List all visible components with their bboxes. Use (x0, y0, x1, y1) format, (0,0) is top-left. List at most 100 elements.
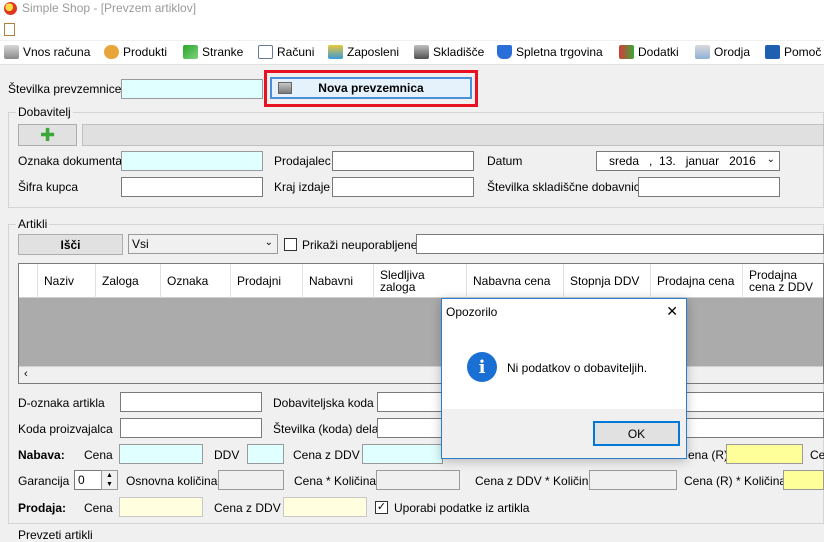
prodajalec-label: Prodajalec (274, 154, 331, 168)
column-header[interactable]: Prodajna cena z DDV (742, 264, 824, 298)
menu-item-label: Produkti (123, 45, 168, 59)
flag-icon (183, 45, 198, 59)
cena-r-field[interactable] (726, 444, 803, 464)
stack-icon (278, 82, 292, 94)
column-header[interactable]: Nabavna cena (466, 264, 563, 298)
menu-bar: Vnos računa Produkti Stranke Računi Zapo… (0, 41, 824, 65)
koda-proizvajalca-label: Koda proizvajalca (18, 422, 113, 436)
dobaviteljska-koda-field[interactable] (377, 392, 443, 412)
extra-field-1[interactable] (686, 392, 824, 412)
ddv-field[interactable] (247, 444, 284, 464)
artikli-title: Artikli (16, 217, 50, 231)
chevron-left-icon[interactable]: ‹ (24, 368, 28, 380)
column-header[interactable]: Oznaka (160, 264, 230, 298)
koda-proizvajalca-field[interactable] (120, 418, 262, 438)
search-input[interactable] (416, 234, 824, 254)
money-icon (328, 45, 343, 59)
dialog-title: Opozorilo (446, 305, 498, 319)
column-header[interactable]: Sledljiva zaloga (373, 264, 466, 298)
column-header[interactable]: Zaloga (95, 264, 160, 298)
ok-label: OK (627, 426, 646, 441)
menu-item-dodatki[interactable]: Dodatki (619, 45, 679, 59)
app-icon (4, 2, 17, 15)
supplier-combo[interactable] (82, 124, 824, 146)
warning-dialog: Opozorilo ✕ i Ni podatkov o dobaviteljih… (441, 298, 687, 459)
neuporabljene-checkbox[interactable] (284, 238, 297, 251)
stevilka-prevzemnice-field[interactable] (121, 79, 263, 99)
garancija-spinner[interactable]: ▲ ▼ (101, 470, 118, 490)
artikli-grid[interactable]: Naziv Zaloga Oznaka Prodajni Nabavni Sle… (18, 263, 824, 384)
menu-item-label: Spletna trgovina (516, 45, 603, 59)
menu-item-pomoc[interactable]: Pomoč (765, 45, 821, 59)
ok-button[interactable]: OK (593, 421, 680, 446)
oznaka-dokumenta-field[interactable] (121, 151, 263, 171)
menu-item-zaposleni[interactable]: Zaposleni (328, 45, 399, 59)
addons-icon (619, 45, 634, 59)
prodaja-cena-field[interactable] (119, 497, 203, 517)
cena-z-ddv-field[interactable] (362, 444, 443, 464)
d-oznaka-label: D-oznaka artikla (18, 396, 105, 410)
prodaja-cena-z-ddv-field[interactable] (283, 497, 367, 517)
garancija-field[interactable] (74, 470, 102, 490)
menu-item-label: Stranke (202, 45, 244, 59)
menu-item-vnos-racuna[interactable]: Vnos računa (4, 45, 90, 59)
prodajalec-field[interactable] (332, 151, 474, 171)
nova-prevzemnica-button[interactable]: Nova prevzemnica (270, 77, 472, 99)
menu-item-label: Dodatki (638, 45, 679, 59)
nabava-cena-field[interactable] (119, 444, 203, 464)
column-header[interactable]: Prodajni (230, 264, 302, 298)
title-bar: Simple Shop - [Prevzem artiklov] (0, 0, 824, 20)
menu-item-orodja[interactable]: Orodja (695, 45, 750, 59)
stevilka-prevzemnice-label: Številka prevzemnice (8, 82, 122, 96)
osnovna-kolicina-label: Osnovna količina (126, 474, 218, 488)
kraj-izdaje-label: Kraj izdaje (274, 180, 331, 194)
cena-r-kolicina-field[interactable] (783, 470, 824, 490)
datum-picker[interactable]: sreda , 13. januar 2016 ⌄ (596, 151, 780, 171)
cena-z-ddv-kolicina-field[interactable] (589, 470, 677, 490)
help-icon (765, 45, 780, 59)
nabava-cena-label: Cena (84, 448, 113, 462)
menu-item-spletna-trgovina[interactable]: Spletna trgovina (497, 45, 603, 59)
dobaviteljska-koda-label: Dobaviteljska koda (273, 396, 374, 410)
garancija-label: Garancija (18, 474, 70, 488)
column-header[interactable]: Prodajna cena (650, 264, 742, 298)
menu-item-produkti[interactable]: Produkti (104, 45, 167, 59)
nabava-label: Nabava: (18, 448, 65, 462)
osnovna-kolicina-field[interactable] (218, 470, 284, 490)
dialog-message: Ni podatkov o dobaviteljih. (507, 361, 648, 375)
tools-icon (695, 45, 710, 59)
close-icon[interactable]: ✕ (666, 303, 678, 320)
warehouse-icon (414, 45, 429, 59)
datum-value: sreda , 13. januar 2016 (609, 154, 756, 168)
sifra-kupca-field[interactable] (121, 177, 263, 197)
document-icon (258, 45, 273, 59)
datum-label: Datum (487, 154, 523, 168)
add-supplier-button[interactable]: ✚ (18, 124, 77, 146)
menu-item-label: Zaposleni (347, 45, 400, 59)
sifra-kupca-label: Šifra kupca (18, 180, 79, 194)
stevilka-dela-field[interactable] (377, 418, 443, 438)
isci-button[interactable]: Išči (18, 234, 123, 255)
column-header[interactable]: Stopnja DDV (563, 264, 650, 298)
uporabi-checkbox[interactable]: ✓ (375, 501, 388, 514)
document-icon[interactable] (4, 23, 15, 36)
skladiscna-dobavnica-field[interactable] (638, 177, 780, 197)
prodaja-label: Prodaja: (18, 501, 67, 515)
extra-field-2[interactable] (686, 418, 824, 438)
menu-item-label: Pomoč (784, 45, 822, 59)
d-oznaka-field[interactable] (120, 392, 262, 412)
filter-select[interactable]: Vsi ⌄ (128, 234, 278, 254)
column-header[interactable]: Naziv (37, 264, 95, 298)
menu-item-skladisce[interactable]: Skladišče (414, 45, 484, 59)
column-header[interactable]: Nabavni (302, 264, 373, 298)
prodaja-cena-z-ddv-label: Cena z DDV (214, 501, 281, 515)
menu-item-stranke[interactable]: Stranke (183, 45, 243, 59)
menu-item-label: Orodja (714, 45, 751, 59)
cena-z-ddv-kolicina-label: Cena z DDV * Količina (475, 474, 596, 488)
kraj-izdaje-field[interactable] (332, 177, 474, 197)
skladiscna-dobavnica-label: Številka skladiščne dobavnice (487, 180, 647, 194)
menu-item-racuni[interactable]: Računi (258, 45, 314, 59)
horizontal-scrollbar[interactable]: ‹ (19, 366, 823, 383)
cena-kolicina-field[interactable] (376, 470, 460, 490)
cena-r-kolicina-label: Cena (R) * Količina (684, 474, 787, 488)
